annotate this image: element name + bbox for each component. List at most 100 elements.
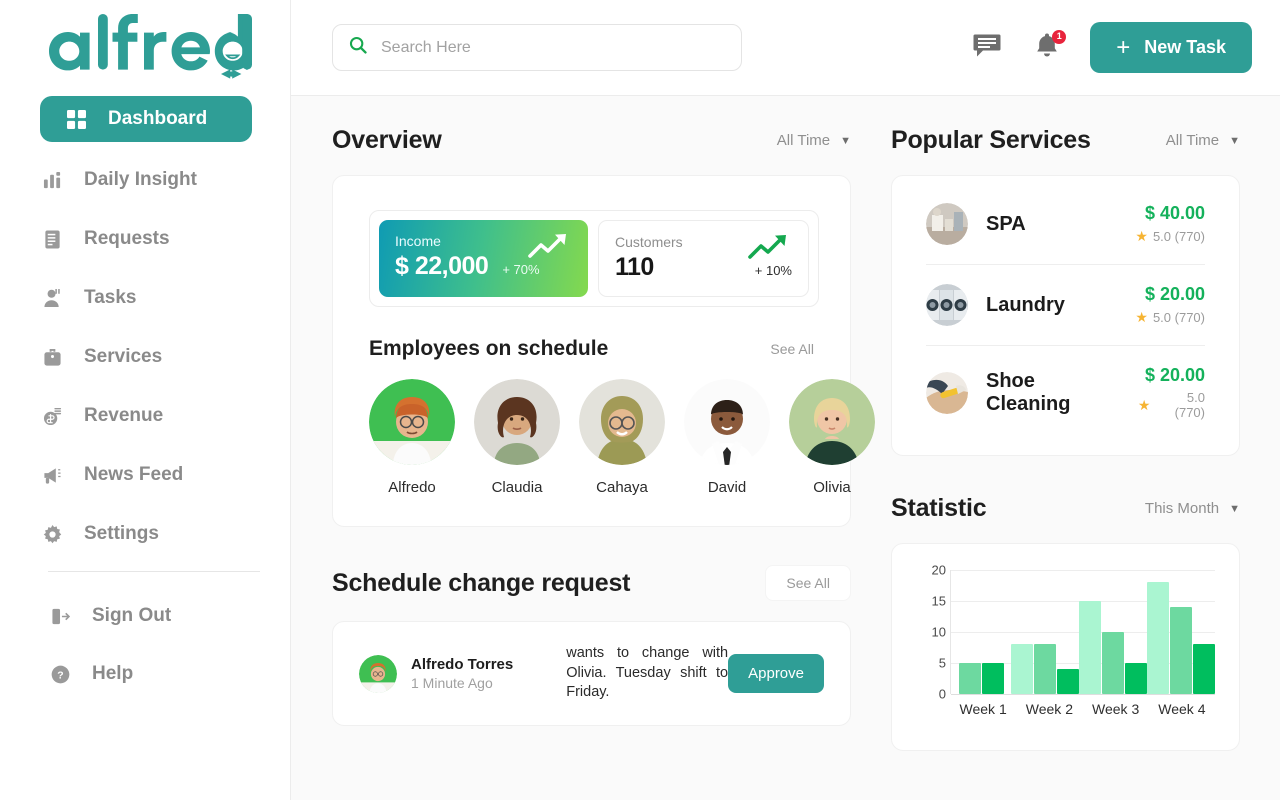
overview-title: Overview	[332, 126, 442, 154]
service-meta: $ 40.00 ★ 5.0 (770)	[1135, 203, 1205, 245]
overview-filter[interactable]: All Time ▼	[777, 132, 851, 149]
overview-filter-label: All Time	[776, 132, 831, 149]
chart-bar-group	[1011, 644, 1079, 694]
service-thumbnail	[926, 284, 968, 326]
employees-row: Alfredo Claudia Cahaya David Olivia	[369, 379, 875, 496]
alfred-logo-icon	[49, 14, 252, 79]
app-root: Dashboard Daily Insight Requests Tasks S…	[0, 0, 1280, 800]
service-thumbnail	[926, 203, 968, 245]
service-price: $ 20.00	[1144, 365, 1205, 385]
avatar	[474, 379, 560, 465]
employee-item[interactable]: David	[684, 379, 770, 496]
sidebar-item-revenue[interactable]: Revenue	[40, 394, 290, 438]
services-filter[interactable]: All Time ▼	[1166, 132, 1240, 149]
sidebar-item-label: Services	[84, 346, 163, 367]
schedule-request-row: Alfredo Torres 1 Minute Ago wants to cha…	[332, 621, 851, 727]
star-icon: ★	[1135, 309, 1148, 325]
sidebar-item-label: Settings	[84, 523, 159, 544]
sidebar-item-label: Dashboard	[108, 108, 208, 129]
chart-bar	[1170, 607, 1192, 694]
service-price: $ 40.00	[1144, 203, 1205, 223]
service-name: Shoe Cleaning	[986, 369, 1071, 415]
service-meta: $ 20.00 ★ 5.0 (770)	[1135, 284, 1205, 326]
overview-header: Overview All Time ▼	[332, 126, 851, 155]
content-area: Overview All Time ▼ Income $ 22,000 + 70…	[291, 96, 1280, 800]
employee-name: Alfredo	[388, 479, 436, 496]
kpi-customers-value: 110	[615, 253, 654, 281]
service-rating: ★ 5.0 (770)	[1135, 309, 1205, 326]
kpi-row: Income $ 22,000 + 70% Customers 110 + 10…	[369, 210, 819, 307]
chart-bar	[1057, 669, 1079, 694]
avatar	[579, 379, 665, 465]
service-rating: ★ 5.0 (770)	[1138, 390, 1205, 420]
statistic-title: Statistic	[891, 494, 987, 522]
service-rating-value: 5.0 (770)	[1152, 310, 1205, 325]
service-row[interactable]: Laundry $ 20.00 ★ 5.0 (770)	[926, 265, 1205, 346]
service-meta: $ 20.00 ★ 5.0 (770)	[1138, 365, 1205, 420]
sidebar-item-settings[interactable]: Settings	[40, 512, 290, 556]
right-column: Popular Services All Time ▼ SPA $ 40.00	[891, 126, 1240, 800]
approve-button[interactable]: Approve	[728, 654, 824, 694]
chart-bar	[1193, 644, 1215, 694]
chart-x-tick: Week 2	[1025, 701, 1073, 717]
chart-x-tick: Week 4	[1158, 701, 1206, 717]
chart-bars	[951, 570, 1215, 694]
search-input[interactable]	[381, 38, 711, 57]
app-logo[interactable]	[0, 0, 290, 96]
top-actions: 1 + New Task	[970, 22, 1252, 73]
schedule-title: Schedule change request	[332, 568, 631, 597]
services-header: Popular Services All Time ▼	[891, 126, 1240, 155]
sidebar-item-tasks[interactable]: Tasks	[40, 276, 290, 320]
avatar	[684, 379, 770, 465]
chevron-down-icon: ▼	[840, 134, 851, 147]
service-price: $ 20.00	[1144, 284, 1205, 304]
employee-item[interactable]: Olivia	[789, 379, 875, 496]
sign-out-icon	[48, 604, 72, 628]
employees-see-all[interactable]: See All	[770, 341, 814, 357]
chart-y-tick: 0	[938, 686, 946, 702]
messages-button[interactable]	[970, 31, 1004, 65]
chart-x-tick: Week 3	[1092, 701, 1140, 717]
sidebar: Dashboard Daily Insight Requests Tasks S…	[0, 0, 291, 800]
schedule-see-all[interactable]: See All	[765, 565, 851, 601]
chart-bar-group	[1147, 582, 1215, 694]
star-icon: ★	[1137, 396, 1151, 413]
avatar	[789, 379, 875, 465]
service-row[interactable]: Shoe Cleaning $ 20.00 ★ 5.0 (770)	[926, 346, 1205, 439]
statistic-filter[interactable]: This Month ▼	[1145, 500, 1240, 517]
request-person-name: Alfredo Torres	[411, 656, 514, 674]
chevron-down-icon: ▼	[1229, 502, 1240, 515]
chat-icon	[973, 33, 1001, 63]
sidebar-item-dashboard[interactable]: Dashboard	[40, 96, 252, 142]
sidebar-item-services[interactable]: Services	[40, 335, 290, 379]
sidebar-item-label: Daily Insight	[84, 169, 197, 190]
service-row[interactable]: SPA $ 40.00 ★ 5.0 (770)	[926, 184, 1205, 265]
sidebar-item-news-feed[interactable]: News Feed	[40, 453, 290, 497]
service-rating-value: 5.0 (770)	[1152, 229, 1205, 244]
sidebar-item-sign-out[interactable]: Sign Out	[48, 594, 290, 638]
plus-icon: +	[1116, 33, 1131, 61]
kpi-customers: Customers 110 + 10%	[598, 220, 809, 297]
service-rating-value: 5.0 (770)	[1174, 390, 1205, 420]
notification-badge: 1	[1052, 29, 1067, 44]
chart-bar-group	[1079, 601, 1147, 694]
chevron-down-icon: ▼	[1229, 134, 1240, 147]
employee-item[interactable]: Cahaya	[579, 379, 665, 496]
sidebar-item-daily-insight[interactable]: Daily Insight	[40, 158, 290, 202]
request-timestamp: 1 Minute Ago	[411, 675, 493, 692]
sidebar-item-help[interactable]: ? Help	[48, 652, 290, 696]
notifications-button[interactable]: 1	[1030, 29, 1067, 65]
top-bar: 1 + New Task	[291, 0, 1280, 96]
sidebar-nav-bottom: Sign Out ? Help	[0, 594, 290, 696]
chart-x-tick: Week 1	[959, 701, 1007, 717]
briefcase-icon	[40, 345, 64, 369]
new-task-button[interactable]: + New Task	[1090, 22, 1252, 73]
chart-bar	[981, 663, 1004, 694]
avatar	[359, 654, 397, 693]
employee-item[interactable]: Alfredo	[369, 379, 455, 496]
sidebar-item-requests[interactable]: Requests	[40, 217, 290, 261]
employee-item[interactable]: Claudia	[474, 379, 560, 496]
chart-bar	[1011, 644, 1033, 694]
sidebar-nav: Dashboard Daily Insight Requests Tasks S…	[0, 96, 290, 572]
search-box[interactable]	[332, 24, 742, 71]
